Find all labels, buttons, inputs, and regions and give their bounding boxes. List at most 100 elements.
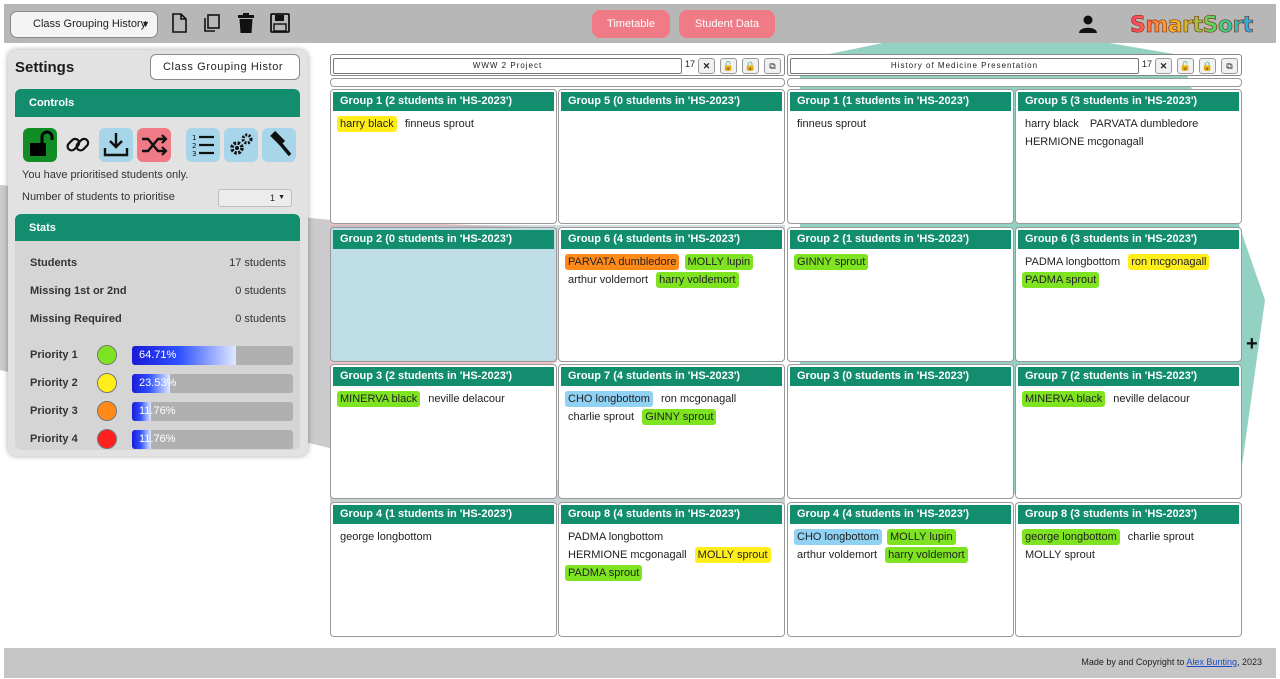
svg-text:1: 1 (192, 134, 196, 142)
priority-row: Priority 4 11.76% (30, 429, 300, 449)
student-chip[interactable]: GINNY sprout (642, 409, 717, 425)
unlock-class-button[interactable]: 🔓 (1177, 58, 1194, 74)
history-select[interactable]: Class Grouping History ▼ (10, 11, 158, 38)
group-card[interactable]: Group 3 (2 students in 'HS-2023') MINERVA… (330, 364, 557, 499)
priority-percent: 11.76% (139, 433, 176, 445)
student-chip[interactable]: MOLLY lupin (684, 254, 754, 270)
trash-icon[interactable] (235, 12, 257, 34)
settings-gears-button[interactable] (224, 128, 258, 162)
priority-color-dot (97, 429, 117, 449)
student-chip[interactable]: MOLLY sprout (694, 547, 771, 563)
copy-class-button[interactable]: ⧉ (764, 58, 781, 74)
group-title: Group 4 (4 students in 'HS-2023') (790, 505, 1011, 524)
student-chip[interactable]: george longbottom (337, 529, 435, 545)
student-chip[interactable]: finneus sprout (794, 116, 869, 132)
group-card[interactable]: Group 3 (0 students in 'HS-2023') (787, 364, 1014, 499)
priority-color-dot (97, 345, 117, 365)
lock-class-button[interactable]: 🔒 (1199, 58, 1216, 74)
student-chip[interactable]: MINERVA black (1022, 391, 1106, 407)
class-strip-2 (787, 78, 1242, 87)
group-card[interactable]: Group 2 (0 students in 'HS-2023') (330, 227, 557, 362)
student-chip[interactable]: ron mcgonagall (1128, 254, 1210, 270)
student-chip[interactable]: MOLLY sprout (1022, 547, 1098, 563)
ordered-list-button[interactable]: 123 (186, 128, 220, 162)
student-chip[interactable]: MINERVA black (337, 391, 421, 407)
logo-text: SmartSort (1130, 13, 1254, 38)
group-card[interactable]: Group 4 (1 students in 'HS-2023') george … (330, 502, 557, 637)
priority-count-select[interactable]: 1 ▼ (218, 189, 292, 207)
shuffle-button[interactable] (137, 128, 171, 162)
controls-header: Controls (15, 89, 300, 117)
student-chip[interactable]: PARVATA dumbledore (565, 254, 680, 270)
lock-toggle-button[interactable] (23, 128, 57, 162)
lock-class-button[interactable]: 🔒 (742, 58, 759, 74)
unlock-class-button[interactable]: 🔓 (720, 58, 737, 74)
student-data-button[interactable]: Student Data (679, 10, 775, 38)
svg-text:3: 3 (192, 150, 196, 158)
copy-class-button[interactable]: ⧉ (1221, 58, 1238, 74)
student-chip[interactable]: finneus sprout (402, 116, 477, 132)
add-class-button[interactable]: + (1246, 333, 1258, 356)
group-card[interactable]: Group 5 (0 students in 'HS-2023') (558, 89, 785, 224)
student-chip[interactable]: harry black (337, 116, 397, 132)
link-icon (66, 137, 90, 152)
group-students (331, 249, 556, 257)
group-title: Group 6 (3 students in 'HS-2023') (1018, 230, 1239, 249)
group-card[interactable]: Group 4 (4 students in 'HS-2023') CHO lon… (787, 502, 1014, 637)
student-chip[interactable]: PADMA sprout (565, 565, 643, 581)
author-link[interactable]: Alex Bunting (1186, 657, 1237, 667)
group-card[interactable]: Group 1 (1 students in 'HS-2023') finneus… (787, 89, 1014, 224)
student-chip[interactable]: charlie sprout (1125, 529, 1197, 545)
student-chip[interactable]: HERMIONE mcgonagall (565, 547, 690, 563)
group-card[interactable]: Group 7 (2 students in 'HS-2023') MINERVA… (1015, 364, 1242, 499)
student-chip[interactable]: PADMA sprout (1022, 272, 1100, 288)
hammer-button[interactable] (262, 128, 296, 162)
import-button[interactable] (99, 128, 133, 162)
student-chip[interactable]: harry voldemort (885, 547, 968, 563)
group-card[interactable]: Group 8 (3 students in 'HS-2023') george … (1015, 502, 1242, 637)
student-chip[interactable]: arthur voldemort (794, 547, 880, 563)
close-class-button[interactable]: ✕ (698, 58, 715, 74)
student-chip[interactable]: PADMA longbottom (1022, 254, 1123, 270)
student-chip[interactable]: harry voldemort (656, 272, 739, 288)
student-chip[interactable]: arthur voldemort (565, 272, 651, 288)
student-chip[interactable]: PARVATA dumbledore (1087, 116, 1201, 132)
student-chip[interactable]: neville delacour (425, 391, 507, 407)
group-card[interactable]: Group 6 (3 students in 'HS-2023') PADMA l… (1015, 227, 1242, 362)
student-chip[interactable]: GINNY sprout (794, 254, 869, 270)
footer-suffix: , 2023 (1236, 657, 1262, 667)
student-chip[interactable]: charlie sprout (565, 409, 637, 425)
student-chip[interactable]: harry black (1022, 116, 1082, 132)
close-icon: ✕ (702, 61, 711, 71)
group-students: PARVATA dumbledore MOLLY lupin arthur vo… (559, 249, 784, 293)
user-icon[interactable] (1078, 14, 1098, 34)
link-button[interactable] (61, 128, 95, 162)
group-card[interactable]: Group 8 (4 students in 'HS-2023') PADMA l… (558, 502, 785, 637)
copy-icon[interactable] (201, 12, 223, 34)
student-chip[interactable]: HERMIONE mcgonagall (1022, 134, 1147, 150)
student-chip[interactable]: george longbottom (1022, 529, 1120, 545)
group-card[interactable]: Group 6 (4 students in 'HS-2023') PARVATA… (558, 227, 785, 362)
priority-percent: 11.76% (139, 405, 176, 417)
unlock-icon: 🔓 (722, 61, 735, 71)
timetable-button[interactable]: Timetable (592, 10, 670, 38)
new-file-icon[interactable] (168, 12, 190, 34)
save-icon[interactable] (269, 12, 291, 34)
student-chip[interactable]: ron mcgonagall (658, 391, 739, 407)
group-card[interactable]: Group 2 (1 students in 'HS-2023') GINNY s… (787, 227, 1014, 362)
student-chip[interactable]: neville delacour (1110, 391, 1192, 407)
class-name-field[interactable]: WWW 2 Project (333, 58, 682, 74)
student-chip[interactable]: CHO longbottom (794, 529, 882, 545)
chevron-down-icon: ▼ (141, 19, 150, 29)
student-chip[interactable]: PADMA longbottom (565, 529, 666, 545)
class-name-field[interactable]: History of Medicine Presentation (790, 58, 1139, 74)
close-class-button[interactable]: ✕ (1155, 58, 1172, 74)
student-chip[interactable]: CHO longbottom (565, 391, 653, 407)
group-card[interactable]: Group 1 (2 students in 'HS-2023') harry b… (330, 89, 557, 224)
group-card[interactable]: Group 7 (4 students in 'HS-2023') CHO lon… (558, 364, 785, 499)
stats-body: Students 17 students Missing 1st or 2nd … (15, 241, 300, 450)
group-title: Group 3 (0 students in 'HS-2023') (790, 367, 1011, 386)
student-chip[interactable]: MOLLY lupin (887, 529, 956, 545)
history-name-field[interactable]: Class Grouping Histor (150, 54, 300, 80)
group-card[interactable]: Group 5 (3 students in 'HS-2023') harry b… (1015, 89, 1242, 224)
